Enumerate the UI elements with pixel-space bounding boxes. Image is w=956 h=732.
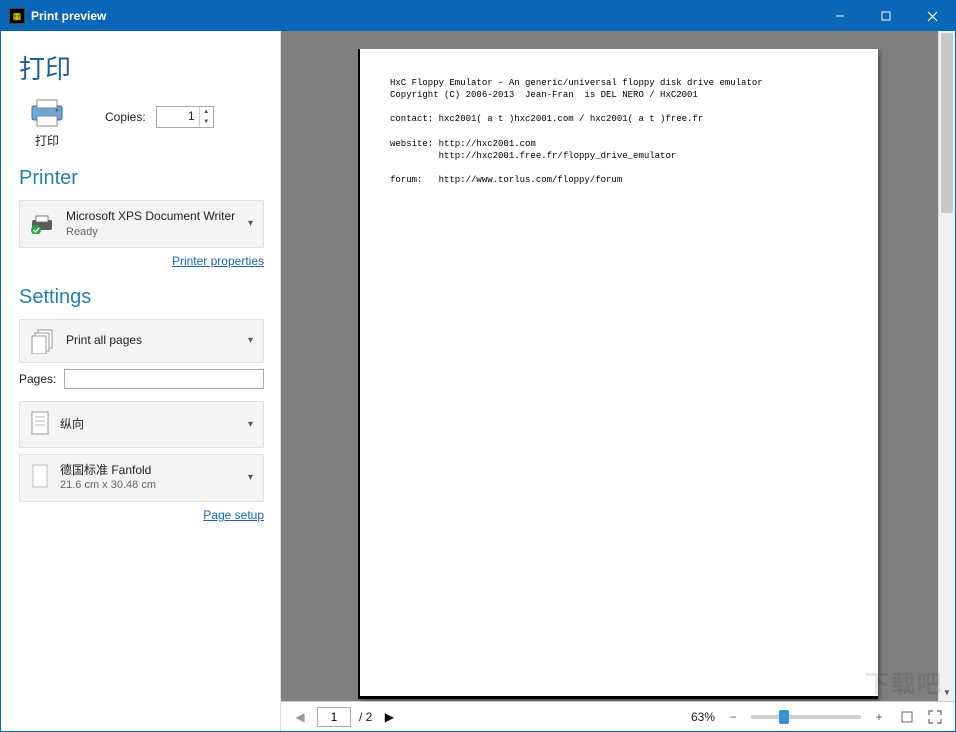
- chevron-down-icon: ▾: [248, 419, 253, 430]
- titlebar: ▦ Print preview: [1, 1, 955, 31]
- chevron-down-icon: ▾: [248, 218, 253, 229]
- chevron-down-icon: ▾: [248, 472, 253, 483]
- scroll-down-button[interactable]: ▼: [939, 684, 955, 701]
- prev-page-button[interactable]: ◀: [291, 708, 309, 726]
- zoom-percent-label: 63%: [691, 710, 715, 724]
- maximize-icon: [881, 11, 891, 21]
- orientation-select[interactable]: 纵向 ▾: [19, 401, 264, 448]
- fit-page-icon: [900, 710, 914, 724]
- paper-size-select[interactable]: 德国标准 Fanfold 21.6 cm x 30.48 cm ▾: [19, 454, 264, 502]
- heading-settings: Settings: [19, 286, 264, 309]
- fit-page-button[interactable]: [897, 707, 917, 727]
- copies-up-button[interactable]: ▲: [200, 107, 213, 117]
- heading-print: 打印: [19, 49, 264, 86]
- preview-bottombar: ◀ / 2 ▶ 63% − +: [281, 701, 955, 731]
- copies-label: Copies:: [105, 110, 146, 124]
- paper-icon: [30, 463, 50, 492]
- pages-input[interactable]: [64, 369, 264, 389]
- preview-area: HxC Floppy Emulator - An generic/univers…: [281, 31, 955, 731]
- copies-spinner[interactable]: 1 ▲ ▼: [156, 106, 214, 128]
- print-button[interactable]: 打印: [19, 98, 75, 149]
- page-setup-link[interactable]: Page setup: [203, 508, 264, 522]
- copies-value: 1: [157, 107, 199, 127]
- minimize-icon: [835, 11, 845, 21]
- pages-label: Pages:: [19, 372, 56, 386]
- fullscreen-button[interactable]: [925, 707, 945, 727]
- printer-icon: [26, 98, 68, 128]
- zoom-in-button[interactable]: +: [869, 707, 889, 727]
- page-preview: HxC Floppy Emulator - An generic/univers…: [358, 49, 878, 699]
- total-pages-label: / 2: [359, 710, 372, 724]
- chevron-down-icon: ▾: [248, 335, 253, 346]
- close-icon: [927, 11, 938, 22]
- print-preview-window: ▦ Print preview 打印: [0, 0, 956, 732]
- zoom-out-button[interactable]: −: [723, 707, 743, 727]
- window-controls: [817, 1, 955, 31]
- fullscreen-icon: [928, 710, 942, 724]
- preview-viewport[interactable]: HxC Floppy Emulator - An generic/univers…: [281, 31, 955, 701]
- print-sidebar: 打印 打印 Copies:: [1, 31, 281, 731]
- vertical-scrollbar[interactable]: ▲ ▼: [938, 31, 955, 701]
- copies-down-button[interactable]: ▼: [200, 117, 213, 127]
- paper-name: 德国标准 Fanfold: [60, 463, 156, 479]
- window-title: Print preview: [31, 9, 817, 23]
- close-button[interactable]: [909, 1, 955, 31]
- print-button-label: 打印: [19, 132, 75, 149]
- scrollbar-thumb[interactable]: [941, 33, 953, 213]
- print-range-select[interactable]: Print all pages ▾: [19, 319, 264, 363]
- print-range-label: Print all pages: [66, 333, 142, 349]
- next-page-button[interactable]: ▶: [380, 708, 398, 726]
- orientation-icon: [30, 410, 50, 439]
- maximize-button[interactable]: [863, 1, 909, 31]
- paper-size: 21.6 cm x 30.48 cm: [60, 478, 156, 492]
- app-icon: ▦: [9, 8, 25, 24]
- current-page-input[interactable]: [317, 707, 351, 727]
- printer-properties-link[interactable]: Printer properties: [172, 254, 264, 268]
- heading-printer: Printer: [19, 167, 264, 190]
- printer-select[interactable]: Microsoft XPS Document Writer Ready ▾: [19, 200, 264, 248]
- printer-status-icon: [30, 214, 56, 234]
- pages-icon: [30, 328, 56, 354]
- orientation-label: 纵向: [60, 417, 84, 433]
- zoom-slider[interactable]: [751, 715, 861, 719]
- printer-name: Microsoft XPS Document Writer: [66, 209, 235, 225]
- minimize-button[interactable]: [817, 1, 863, 31]
- zoom-slider-knob[interactable]: [779, 710, 789, 724]
- printer-status: Ready: [66, 225, 235, 239]
